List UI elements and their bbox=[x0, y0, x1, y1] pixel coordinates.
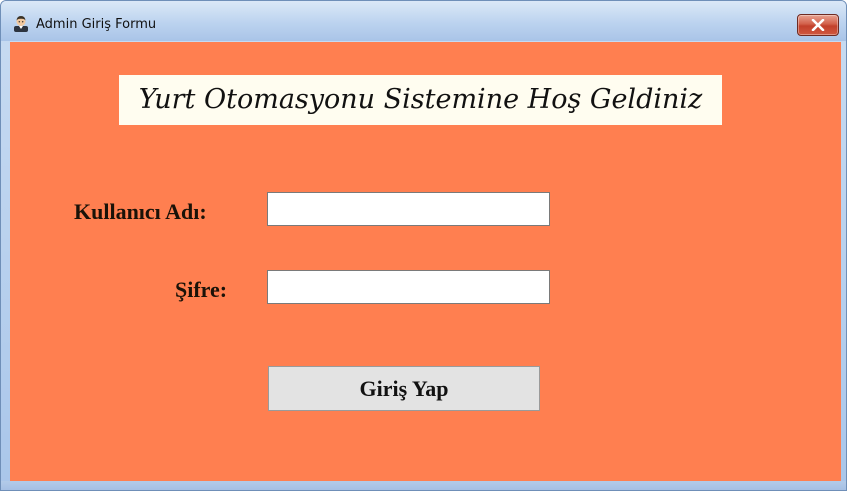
close-button[interactable] bbox=[797, 14, 839, 36]
window-bottom-border bbox=[1, 481, 846, 490]
admin-user-icon bbox=[12, 14, 30, 32]
form-panel: Yurt Otomasyonu Sistemine Hoş Geldiniz K… bbox=[10, 42, 841, 481]
username-input[interactable] bbox=[267, 192, 550, 226]
password-input[interactable] bbox=[267, 270, 550, 304]
username-label: Kullanıcı Adı: bbox=[74, 199, 207, 224]
welcome-banner: Yurt Otomasyonu Sistemine Hoş Geldiniz bbox=[119, 75, 722, 125]
admin-login-window: Admin Giriş Formu Yurt Otomasyonu Sistem… bbox=[0, 0, 847, 491]
login-button[interactable]: Giriş Yap bbox=[268, 366, 540, 411]
window-title: Admin Giriş Formu bbox=[36, 17, 157, 32]
close-icon bbox=[811, 19, 825, 31]
welcome-text: Yurt Otomasyonu Sistemine Hoş Geldiniz bbox=[138, 84, 703, 115]
password-label: Şifre: bbox=[175, 277, 228, 302]
title-bar[interactable]: Admin Giriş Formu bbox=[1, 1, 846, 41]
